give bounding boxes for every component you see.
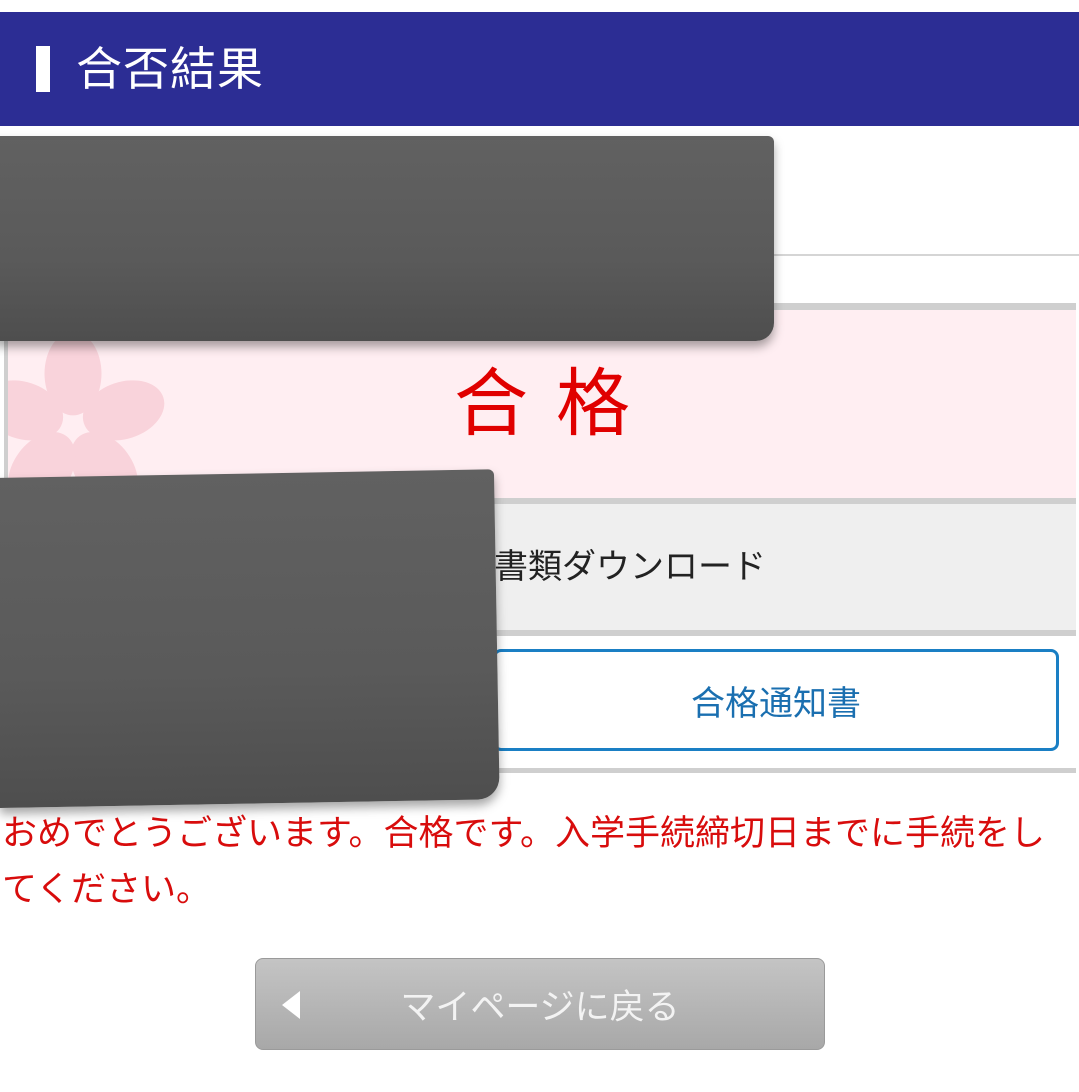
left-triangle-icon: [282, 991, 300, 1019]
header-accent-bar: [36, 46, 50, 92]
acceptance-notice-button[interactable]: 合格通知書: [493, 649, 1059, 751]
back-to-mypage-button[interactable]: マイページに戻る: [255, 958, 825, 1050]
redaction-block: [0, 136, 774, 341]
redaction-block: [0, 469, 500, 808]
page-title: 合否結果: [76, 42, 264, 96]
documents-label: 書類ダウンロード: [494, 547, 766, 587]
page-header: 合否結果: [0, 12, 1079, 126]
acceptance-notice-label: 合格通知書: [691, 683, 861, 724]
congratulations-message: おめでとうございます。合格です。入学手続締切日までに手続をしてください。: [2, 814, 1046, 910]
back-button-label: マイページに戻る: [400, 987, 680, 1028]
